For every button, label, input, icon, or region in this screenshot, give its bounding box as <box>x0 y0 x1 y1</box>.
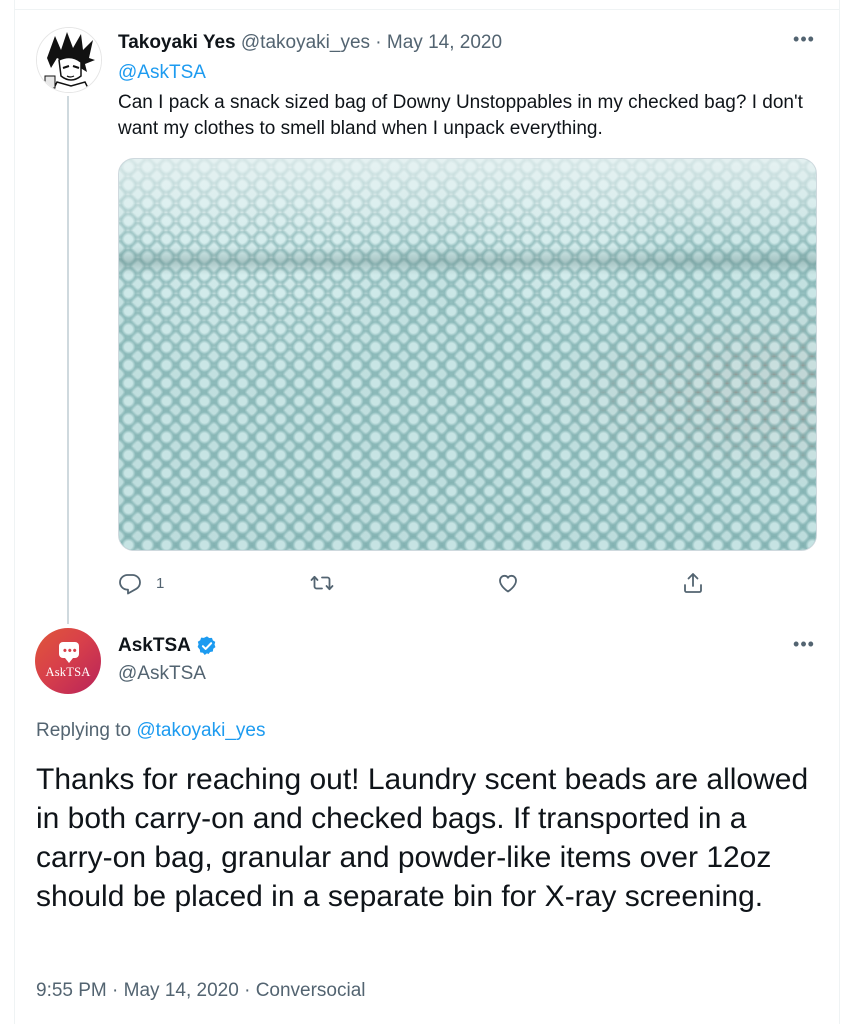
separator-dot: · <box>112 980 119 1001</box>
tweet-metadata: 9:55 PM · May 14, 2020 · Conversocial <box>36 980 366 1002</box>
bag-seam <box>119 247 816 275</box>
replying-to-line: Replying to @takoyaki_yes <box>36 720 265 742</box>
bag-glare <box>119 159 816 249</box>
chat-dots-icon: ••• <box>63 645 78 657</box>
tweet-date[interactable]: May 14, 2020 <box>124 980 239 1001</box>
tweet-date[interactable]: May 14, 2020 <box>387 32 502 53</box>
like-button[interactable] <box>496 566 520 600</box>
replying-handle-link[interactable]: @takoyaki_yes <box>136 720 265 741</box>
display-name[interactable]: AskTSA <box>118 635 191 657</box>
heart-icon <box>499 574 517 593</box>
separator-dot: · <box>244 980 251 1001</box>
reply-icon <box>119 574 141 595</box>
tweet-text: Can I pack a snack sized bag of Downy Un… <box>118 92 803 139</box>
anime-avatar-icon <box>37 28 101 92</box>
tweet2-header: AskTSA <box>118 635 218 657</box>
avatar-takoyaki[interactable] <box>36 27 102 93</box>
user-handle[interactable]: @takoyaki_yes <box>241 32 370 53</box>
verified-badge-icon <box>197 636 216 655</box>
reply-button[interactable]: 1 <box>118 566 164 600</box>
tweet-action-bar: 1 <box>118 566 718 600</box>
tweet-media-image[interactable] <box>118 158 817 551</box>
user-handle[interactable]: @AskTSA <box>118 663 206 685</box>
avatar-asktsa[interactable]: ••• AskTSA <box>35 628 101 694</box>
reply-count: 1 <box>156 574 165 592</box>
share-button[interactable] <box>681 566 705 600</box>
replying-prefix: Replying to <box>36 720 132 741</box>
avatar-label: AskTSA <box>45 665 91 679</box>
tweet1-header: Takoyaki Yes @takoyaki_yes · May 14, 202… <box>118 32 502 54</box>
mention-link[interactable]: @AskTSA <box>118 62 206 84</box>
divider <box>14 9 840 10</box>
more-options-icon[interactable]: ••• <box>790 635 818 659</box>
tweet-source[interactable]: Conversocial <box>256 980 366 1001</box>
retweet-button[interactable] <box>310 566 334 600</box>
tweet-text: Thanks for reaching out! Laundry scent b… <box>36 763 809 913</box>
thread-connector-line <box>67 96 69 624</box>
more-options-icon[interactable]: ••• <box>790 30 818 54</box>
tweet-time[interactable]: 9:55 PM <box>36 980 107 1001</box>
separator-dot: · <box>375 32 382 53</box>
display-name[interactable]: Takoyaki Yes <box>118 32 236 53</box>
retweet-icon <box>310 575 334 591</box>
share-icon <box>684 573 702 593</box>
